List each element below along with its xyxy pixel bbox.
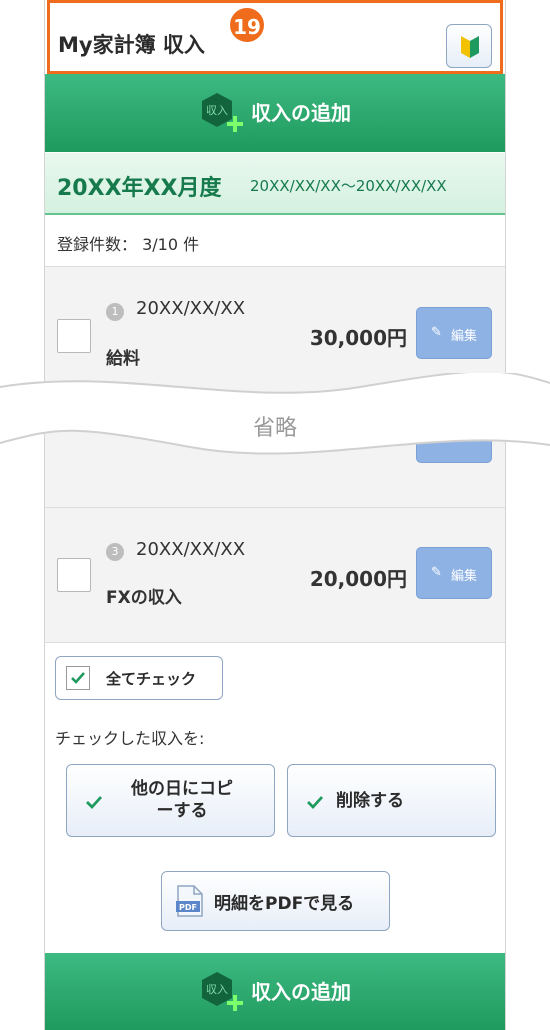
divider [45,642,505,643]
row-date: 20XX/XX/XX [136,298,246,319]
phone-frame: My家計簿 収入 収入 収入の追加 20XX年XX月度 20XX/XX/XX〜2… [44,0,506,1030]
annotation-badge: 19 [228,6,266,44]
add-income-label: 収入の追加 [251,980,351,1004]
check-icon [307,796,324,810]
edit-button[interactable]: ✎ 編集 [416,547,492,599]
add-income-icon: 収入 [202,93,243,132]
pdf-label: 明細をPDFで見る [214,894,355,914]
copy-to-other-day-button[interactable]: 他の日にコピ ーする [66,764,275,837]
income-row: 3 20XX/XX/XX FXの収入 20,000円 ✎ 編集 [45,508,505,642]
check-icon [71,672,85,684]
row-amount: 30,000円 [309,326,407,350]
row-amount: 20,000円 [309,567,407,591]
record-count: 登録件数： 3/10 件 [57,235,200,254]
row-name: FXの収入 [106,588,182,608]
row-checkbox[interactable] [57,558,91,592]
pdf-document-icon: PDF [176,885,203,917]
checked-items-label: チェックした収入を: [55,729,205,748]
add-income-button-top[interactable]: 収入 収入の追加 [45,74,505,152]
add-income-button-bottom[interactable]: 収入 収入の追加 [45,953,505,1030]
svg-text:収入: 収入 [206,983,228,996]
row-checkbox[interactable] [57,319,91,353]
edit-button[interactable]: ✎ 編集 [416,307,492,359]
row-number: 1 [106,303,124,321]
period-header: 20XX年XX月度 20XX/XX/XX〜20XX/XX/XX [45,153,505,215]
delete-button[interactable]: 削除する [287,764,496,837]
pencil-icon: ✎ [431,325,442,340]
copy-label: 他の日にコピ ーする [131,779,233,821]
row-name: 給料 [106,349,140,369]
check-icon [86,796,103,810]
edit-label: 編集 [451,329,478,344]
page-title: My家計簿 収入 [58,33,205,57]
delete-label: 削除する [336,791,404,811]
check-all-checkbox [66,666,90,690]
row-number: 3 [106,543,124,561]
period-range: 20XX/XX/XX〜20XX/XX/XX [250,177,447,195]
check-all-button[interactable]: 全てチェック [55,656,223,700]
beginner-mark-icon [461,36,479,58]
row-date: 20XX/XX/XX [136,539,246,560]
app-header: My家計簿 収入 [47,0,503,74]
omitted-label: 省略 [252,416,297,441]
check-all-label: 全てチェック [106,670,197,688]
view-pdf-button[interactable]: PDF 明細をPDFで見る [161,871,390,931]
beginner-help-button[interactable] [446,24,492,68]
add-income-label: 収入の追加 [251,101,351,125]
svg-text:PDF: PDF [179,903,197,912]
edit-label: 編集 [451,569,478,584]
period-month: 20XX年XX月度 [57,176,222,201]
income-row: 1 20XX/XX/XX 給料 30,000円 ✎ 編集 [45,267,505,377]
svg-text:収入: 収入 [206,104,228,117]
pencil-icon: ✎ [431,565,442,580]
add-income-icon: 収入 [202,972,243,1011]
